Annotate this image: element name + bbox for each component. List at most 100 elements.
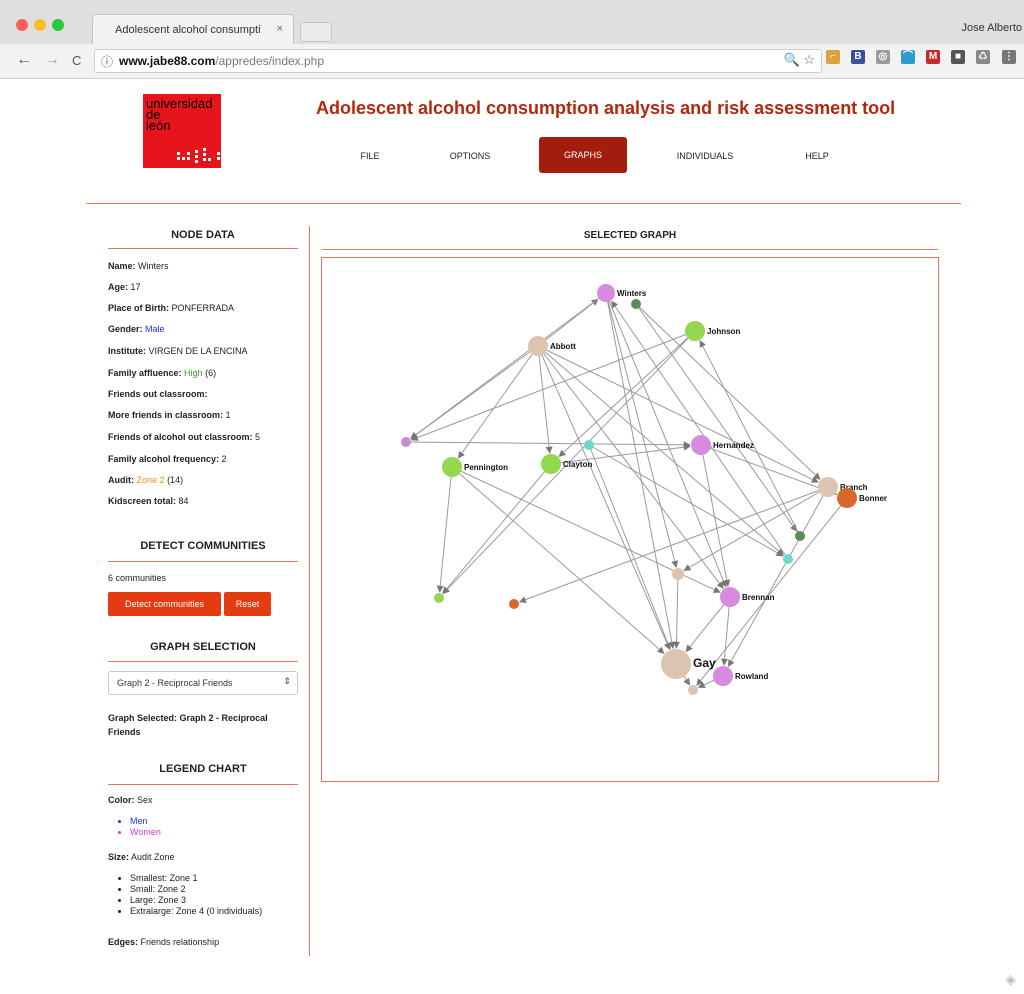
graph-node[interactable] <box>837 488 857 508</box>
legend-size-row: Size: Audit Zone <box>108 852 175 862</box>
extension-icon[interactable]: M <box>926 50 940 64</box>
graph-node[interactable] <box>509 599 519 609</box>
node-age-row: Age: 17 <box>108 282 141 292</box>
graph-node[interactable] <box>661 649 691 679</box>
extension-icon[interactable]: ⌒ <box>901 50 915 64</box>
nav-individuals[interactable]: INDIVIDUALS <box>665 151 745 161</box>
graph-node[interactable] <box>691 435 711 455</box>
node-family-alcohol-row: Family alcohol frequency: 2 <box>108 454 227 464</box>
node-more-friends-value: 1 <box>225 410 231 420</box>
graph-edge <box>457 345 539 459</box>
node-name-label: Name: <box>108 261 136 271</box>
graph-node[interactable] <box>783 554 793 564</box>
graph-selection-title: GRAPH SELECTION <box>150 641 256 653</box>
forward-arrow-icon[interactable]: → <box>44 51 60 69</box>
graph-node[interactable] <box>528 336 548 356</box>
graph-edge <box>605 292 676 649</box>
graph-selected-value: Graph 2 - Reciprocal <box>179 713 268 723</box>
reset-button[interactable]: Reset <box>224 592 271 616</box>
graph-select[interactable]: Graph 2 - Reciprocal Friends ⇕ <box>108 671 298 695</box>
maximize-window-button[interactable] <box>52 19 64 31</box>
legend-size-item: Small: Zone 2 <box>130 884 262 894</box>
node-audit-zone: Zone 2 <box>136 475 165 485</box>
graph-edge <box>442 463 552 594</box>
graph-node[interactable] <box>685 321 705 341</box>
reload-icon[interactable]: C <box>72 53 81 68</box>
logo-text-line-3: león <box>146 118 171 133</box>
node-gender-row: Gender: Male <box>108 324 165 334</box>
node-data-title: NODE DATA <box>171 229 235 241</box>
browser-tab-bar: Adolescent alcohol consumpti × Jose Albe… <box>0 0 1024 45</box>
node-institute-label: Institute: <box>108 346 146 356</box>
graph-node[interactable] <box>795 531 805 541</box>
profile-name[interactable]: Jose Alberto <box>961 22 1022 34</box>
tab-title: Adolescent alcohol consumpti <box>115 24 261 36</box>
extension-icon[interactable]: B <box>851 50 865 64</box>
graph-node[interactable] <box>434 593 444 603</box>
legend-size-item: Extralarge: Zone 4 (0 individuals) <box>130 906 262 916</box>
graph-node[interactable] <box>688 685 698 695</box>
graph-node-label: Clayton <box>563 460 592 469</box>
node-data-rule <box>108 248 298 249</box>
extension-icon[interactable]: ◎ <box>876 50 890 64</box>
address-bar[interactable]: ⓘ www.jabe88.com/appredes/index.php 🔍 ☆ <box>94 49 822 73</box>
graph-node[interactable] <box>713 666 733 686</box>
legend-size-label: Size: <box>108 852 130 862</box>
node-kidscreen-value: 84 <box>178 496 189 506</box>
graph-node[interactable] <box>442 457 462 477</box>
graph-node[interactable] <box>818 477 838 497</box>
nav-graphs[interactable]: GRAPHS <box>539 137 627 173</box>
graph-node[interactable] <box>631 299 641 309</box>
detect-communities-button[interactable]: Detect communities <box>108 592 221 616</box>
legend-color-list: Men Women <box>108 816 161 838</box>
browser-tab[interactable]: Adolescent alcohol consumpti × <box>92 14 294 45</box>
tab-close-icon[interactable]: × <box>277 23 283 35</box>
selected-graph-title: SELECTED GRAPH <box>583 230 677 241</box>
graph-node-label: Pennington <box>464 463 508 472</box>
extension-icon[interactable]: ♺ <box>976 50 990 64</box>
nav-help[interactable]: HELP <box>795 151 839 161</box>
graph-node[interactable] <box>401 437 411 447</box>
new-tab-button[interactable] <box>300 22 332 42</box>
graph-node-label: Hernandez <box>713 441 754 450</box>
node-more-friends-row: More friends in classroom: 1 <box>108 410 231 420</box>
graph-node[interactable] <box>541 454 561 474</box>
graph-node[interactable] <box>720 587 740 607</box>
node-institute-value: VIRGEN DE LA ENCINA <box>148 346 248 356</box>
extension-icon[interactable]: ⋮ <box>1002 50 1016 64</box>
network-graph[interactable]: Winters Johnson Abbott Hernandez Pennington C… <box>322 258 938 781</box>
legend-size-list: Smallest: Zone 1 Small: Zone 2 Large: Zo… <box>108 873 262 917</box>
node-gender-value: Male <box>145 324 165 334</box>
graph-node[interactable] <box>584 440 594 450</box>
node-name-value: Winters <box>138 261 169 271</box>
graph-edge <box>635 303 797 532</box>
graph-canvas[interactable]: Winters Johnson Abbott Hernandez Pennington C… <box>321 257 939 782</box>
bookmark-star-icon[interactable]: 🔍 ☆ <box>784 52 815 68</box>
back-arrow-icon[interactable]: ← <box>16 51 32 69</box>
close-window-button[interactable] <box>16 19 28 31</box>
extension-icon[interactable]: ⌐ <box>826 50 840 64</box>
graph-selected-label: Graph Selected: <box>108 713 178 723</box>
sidebar-divider <box>309 226 310 956</box>
nav-file[interactable]: FILE <box>350 151 390 161</box>
node-family-alcohol-value: 2 <box>221 454 227 464</box>
graph-edge <box>537 345 553 454</box>
graph-node[interactable] <box>672 568 684 580</box>
info-icon[interactable]: ⓘ <box>101 53 113 70</box>
legend-title: LEGEND CHART <box>159 763 247 775</box>
page-title: Adolescent alcohol consumption analysis … <box>316 98 896 118</box>
minimize-window-button[interactable] <box>34 19 46 31</box>
legend-edges-value: Friends relationship <box>140 937 220 947</box>
communities-count: 6 communities <box>108 573 167 583</box>
url-path: /appredes/index.php <box>215 54 325 68</box>
graph-edge <box>700 444 838 496</box>
graph-edge <box>685 596 731 653</box>
nav-options[interactable]: OPTIONS <box>440 151 500 161</box>
graph-node[interactable] <box>597 284 615 302</box>
node-friends-alcohol-row: Friends of alcohol out classroom: 5 <box>108 432 260 442</box>
legend-color-value: Sex <box>137 795 153 805</box>
communities-title: DETECT COMMUNITIES <box>140 540 266 552</box>
node-affluence-row: Family affluence: High (6) <box>108 368 216 378</box>
extension-icon[interactable]: ■ <box>951 50 965 64</box>
legend-women: Women <box>130 827 161 837</box>
